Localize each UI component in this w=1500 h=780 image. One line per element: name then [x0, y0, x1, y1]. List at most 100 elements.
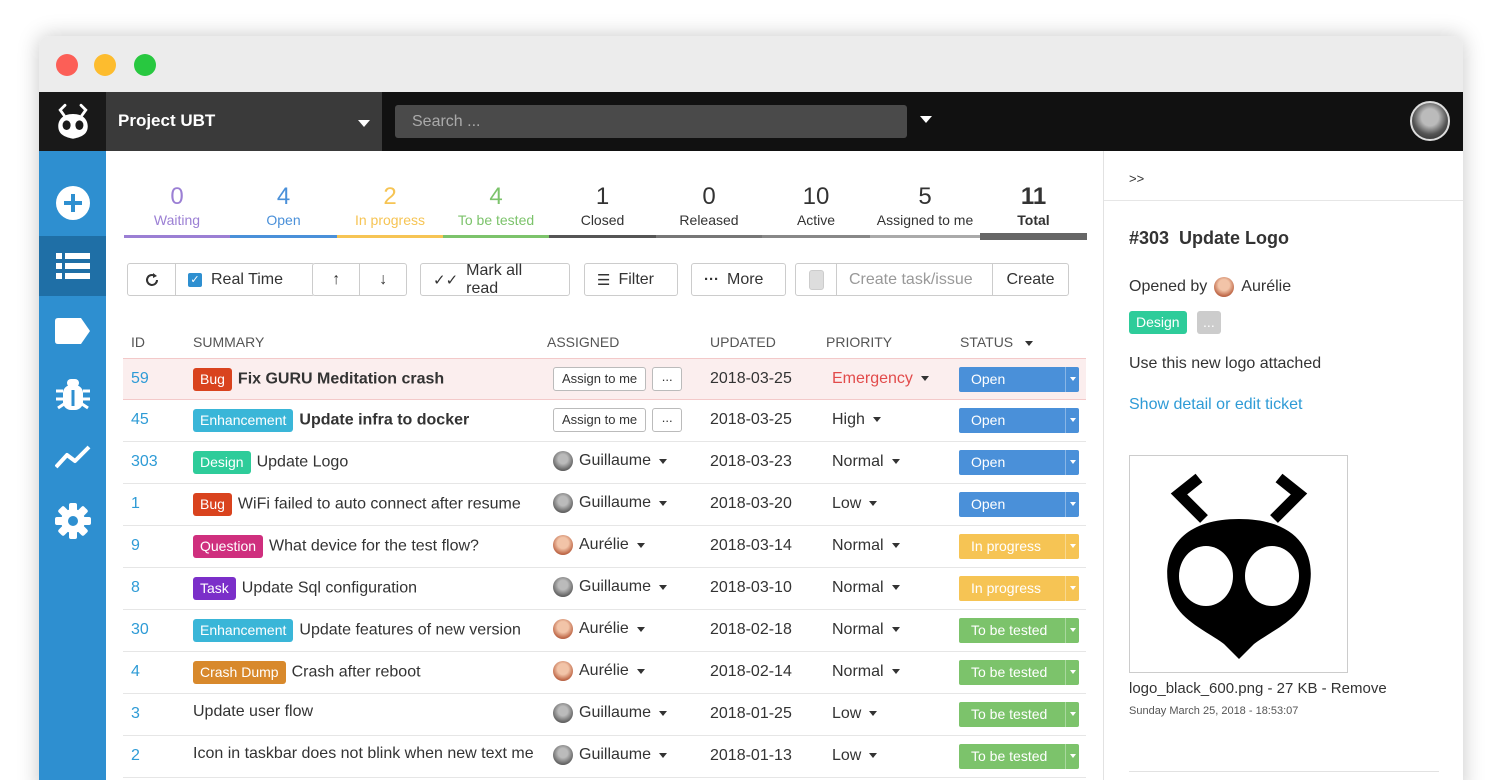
table-row[interactable]: 1 Bug WiFi failed to auto connect after re…: [123, 484, 1086, 526]
stat-in-progress[interactable]: 2 In progress: [337, 184, 443, 238]
minimize-window-button[interactable]: [94, 54, 116, 76]
attachment-preview[interactable]: [1129, 455, 1348, 673]
priority-dropdown[interactable]: Emergency: [832, 370, 929, 388]
maximize-window-button[interactable]: [134, 54, 156, 76]
status-dropdown[interactable]: Open: [959, 408, 1079, 433]
assignee-cell[interactable]: Aurélie: [553, 619, 645, 639]
app-logo[interactable]: [39, 92, 106, 151]
status-dropdown[interactable]: In progress: [959, 576, 1079, 601]
create-task-input[interactable]: Create task/issue: [836, 264, 992, 295]
create-type-toggle[interactable]: [796, 264, 836, 295]
more-button[interactable]: ··· More: [691, 263, 786, 296]
ticket-id[interactable]: 2: [131, 747, 140, 765]
ticket-id[interactable]: 45: [131, 411, 149, 429]
ticket-summary[interactable]: WiFi failed to auto connect after resume: [238, 496, 521, 513]
priority-dropdown[interactable]: Low: [832, 705, 878, 723]
assign-more-button[interactable]: ...: [652, 408, 683, 432]
status-dropdown[interactable]: Open: [959, 450, 1079, 475]
status-dropdown[interactable]: In progress: [959, 534, 1079, 559]
sidebar-item-bugs[interactable]: [39, 364, 106, 424]
assign-to-me-button[interactable]: Assign to me: [553, 408, 647, 432]
table-row[interactable]: 59 Bug Fix GURU Meditation crash Assign to …: [123, 358, 1086, 400]
ticket-summary[interactable]: Icon in taskbar does not blink when new …: [193, 745, 534, 762]
assignee-cell[interactable]: Guillaume: [553, 703, 668, 723]
assignee-cell[interactable]: Assign to me...: [553, 367, 683, 391]
assignee-cell[interactable]: Guillaume: [553, 577, 668, 597]
assign-to-me-button[interactable]: Assign to me: [553, 367, 647, 391]
collapse-panel-button[interactable]: >>: [1104, 151, 1463, 201]
stat-closed[interactable]: 1 Closed: [549, 184, 656, 238]
status-dropdown[interactable]: To be tested: [959, 702, 1079, 727]
stat-total[interactable]: 11 Total: [980, 184, 1087, 240]
opened-by-name[interactable]: Aurélie: [1241, 278, 1291, 295]
create-button[interactable]: Create: [992, 264, 1068, 295]
priority-dropdown[interactable]: Normal: [832, 453, 900, 471]
column-header-status[interactable]: STATUS: [960, 334, 1034, 350]
ticket-tag[interactable]: Bug: [193, 493, 232, 516]
ticket-tag[interactable]: Crash Dump: [193, 661, 286, 684]
detail-tag-design[interactable]: Design: [1129, 311, 1187, 334]
ticket-id[interactable]: 59: [131, 370, 149, 388]
column-header-priority[interactable]: PRIORITY: [826, 334, 892, 350]
ticket-summary[interactable]: Update Sql configuration: [242, 580, 417, 597]
table-row[interactable]: 45 Enhancement Update infra to docker Assig…: [123, 400, 1086, 442]
ticket-summary[interactable]: Update features of new version: [299, 622, 520, 639]
priority-dropdown[interactable]: Normal: [832, 621, 900, 639]
table-row[interactable]: 3 Update user flow Guillaume 2018-01-25 Low T…: [123, 694, 1086, 736]
edit-ticket-link[interactable]: Show detail or edit ticket: [1129, 396, 1302, 414]
ticket-id[interactable]: 3: [131, 705, 140, 723]
close-window-button[interactable]: [56, 54, 78, 76]
stat-to-be-tested[interactable]: 4 To be tested: [443, 184, 549, 238]
table-row[interactable]: 8 Task Update Sql configuration Guillaume 20…: [123, 568, 1086, 610]
priority-dropdown[interactable]: Low: [832, 495, 878, 513]
priority-dropdown[interactable]: Low: [832, 747, 878, 765]
user-avatar[interactable]: [1410, 101, 1450, 141]
assignee-cell[interactable]: Assign to me...: [553, 408, 683, 432]
ticket-tag[interactable]: Bug: [193, 368, 232, 391]
ticket-id[interactable]: 1: [131, 495, 140, 513]
attachment-info[interactable]: logo_black_600.png - 27 KB - Remove: [1129, 680, 1387, 697]
sort-up-button[interactable]: ↑: [313, 264, 359, 295]
sidebar-item-new[interactable]: [39, 173, 106, 233]
stat-waiting[interactable]: 0 Waiting: [124, 184, 230, 238]
column-header-assigned[interactable]: ASSIGNED: [547, 334, 619, 350]
sidebar-item-tickets[interactable]: [39, 236, 106, 296]
priority-dropdown[interactable]: Normal: [832, 663, 900, 681]
realtime-toggle[interactable]: ✓ Real Time: [175, 264, 295, 295]
ticket-summary[interactable]: Update infra to docker: [299, 412, 469, 429]
ticket-summary[interactable]: Crash after reboot: [292, 664, 421, 681]
ticket-id[interactable]: 9: [131, 537, 140, 555]
sidebar-item-stats[interactable]: [39, 427, 106, 487]
table-row[interactable]: 30 Enhancement Update features of new vers…: [123, 610, 1086, 652]
ticket-id[interactable]: 8: [131, 579, 140, 597]
status-dropdown[interactable]: To be tested: [959, 618, 1079, 643]
priority-dropdown[interactable]: Normal: [832, 579, 900, 597]
ticket-tag[interactable]: Task: [193, 577, 236, 600]
stat-open[interactable]: 4 Open: [230, 184, 337, 238]
assignee-cell[interactable]: Guillaume: [553, 451, 668, 471]
table-row[interactable]: 9 Question What device for the test flow? A…: [123, 526, 1086, 568]
priority-dropdown[interactable]: High: [832, 411, 881, 429]
sort-down-button[interactable]: ↓: [359, 264, 406, 295]
project-selector[interactable]: Project UBT: [106, 92, 382, 151]
ticket-summary[interactable]: Fix GURU Meditation crash: [238, 371, 444, 388]
search-options-dropdown[interactable]: [920, 116, 932, 123]
assign-more-button[interactable]: ...: [652, 367, 683, 391]
assignee-cell[interactable]: Guillaume: [553, 745, 668, 765]
filter-button[interactable]: ☰ Filter: [584, 263, 678, 296]
stat-active[interactable]: 10 Active: [762, 184, 870, 238]
assignee-cell[interactable]: Aurélie: [553, 535, 645, 555]
priority-dropdown[interactable]: Normal: [832, 537, 900, 555]
status-dropdown[interactable]: Open: [959, 367, 1079, 392]
column-header-summary[interactable]: SUMMARY: [193, 334, 264, 350]
ticket-tag[interactable]: Enhancement: [193, 409, 294, 432]
stat-assigned-to-me[interactable]: 5 Assigned to me: [870, 184, 980, 238]
table-row[interactable]: 2 Icon in taskbar does not blink when new…: [123, 736, 1086, 778]
search-input[interactable]: [395, 105, 907, 138]
sidebar-item-settings[interactable]: [39, 491, 106, 551]
status-dropdown[interactable]: Open: [959, 492, 1079, 517]
ticket-summary[interactable]: What device for the test flow?: [269, 538, 479, 555]
column-header-id[interactable]: ID: [131, 334, 145, 350]
ticket-id[interactable]: 303: [131, 453, 158, 471]
ticket-id[interactable]: 30: [131, 621, 149, 639]
